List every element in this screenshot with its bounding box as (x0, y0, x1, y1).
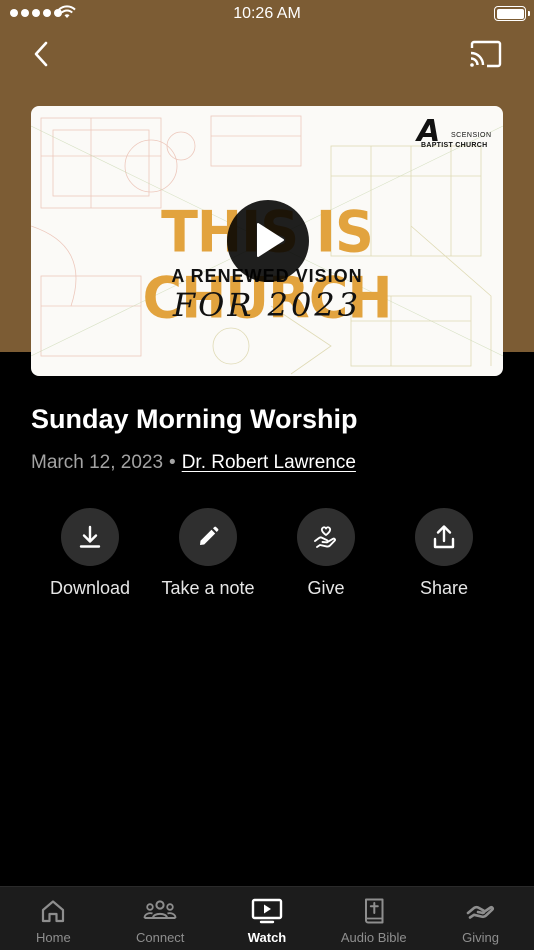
take-note-label: Take a note (161, 578, 255, 598)
sermon-title: Sunday Morning Worship (31, 404, 358, 434)
heart-hand-icon (314, 526, 336, 548)
share-label: Share (419, 578, 469, 598)
give-label: Give (307, 578, 345, 598)
church-logo: A SCENSION BAPTIST CHURCH (417, 114, 492, 149)
bottom-tab-bar: Home Connect Watch Audio Bible Giving (0, 886, 534, 950)
giving-hand-icon (466, 905, 494, 919)
sermon-meta: March 12, 2023 • Dr. Robert Lawrence (31, 452, 356, 474)
video-player[interactable]: A SCENSION BAPTIST CHURCH THIS IS CHURCH… (31, 106, 503, 376)
sermon-date: March 12, 2023 (31, 452, 164, 473)
status-time: 10:26 AM (233, 5, 301, 22)
tab-home[interactable]: Home (0, 887, 107, 950)
download-icon (79, 525, 101, 548)
tab-audio-bible-label: Audio Bible (340, 930, 407, 945)
pencil-icon (200, 526, 219, 545)
home-icon (42, 900, 65, 923)
speaker-link[interactable]: Dr. Robert Lawrence (182, 452, 356, 473)
cast-button[interactable] (468, 40, 502, 68)
action-row: Download Take a note Give Share (0, 508, 534, 608)
download-button[interactable]: Download (30, 508, 150, 599)
meta-separator: • (169, 452, 176, 473)
share-button[interactable]: Share (384, 508, 504, 599)
give-button[interactable]: Give (266, 508, 386, 599)
back-button[interactable] (28, 38, 56, 70)
download-label: Download (49, 578, 131, 598)
tab-connect[interactable]: Connect (107, 887, 214, 950)
tab-giving[interactable]: Giving (427, 887, 534, 950)
people-icon (143, 900, 177, 919)
tab-giving-label: Giving (462, 930, 500, 945)
share-icon (433, 525, 455, 549)
tab-watch[interactable]: Watch (214, 887, 321, 950)
status-bar: 10:26 AM (0, 0, 534, 28)
tv-play-icon (251, 898, 283, 924)
tab-home-label: Home (36, 930, 71, 945)
take-note-button[interactable]: Take a note (148, 508, 268, 599)
thumbnail-year: FOR 2023 (172, 286, 362, 324)
tab-watch-label: Watch (247, 930, 287, 945)
bible-icon (364, 898, 384, 924)
play-icon (257, 223, 284, 257)
tab-audio-bible[interactable]: Audio Bible (320, 887, 427, 950)
play-button[interactable] (227, 200, 309, 282)
battery-icon (494, 6, 530, 21)
tab-connect-label: Connect (135, 930, 185, 945)
